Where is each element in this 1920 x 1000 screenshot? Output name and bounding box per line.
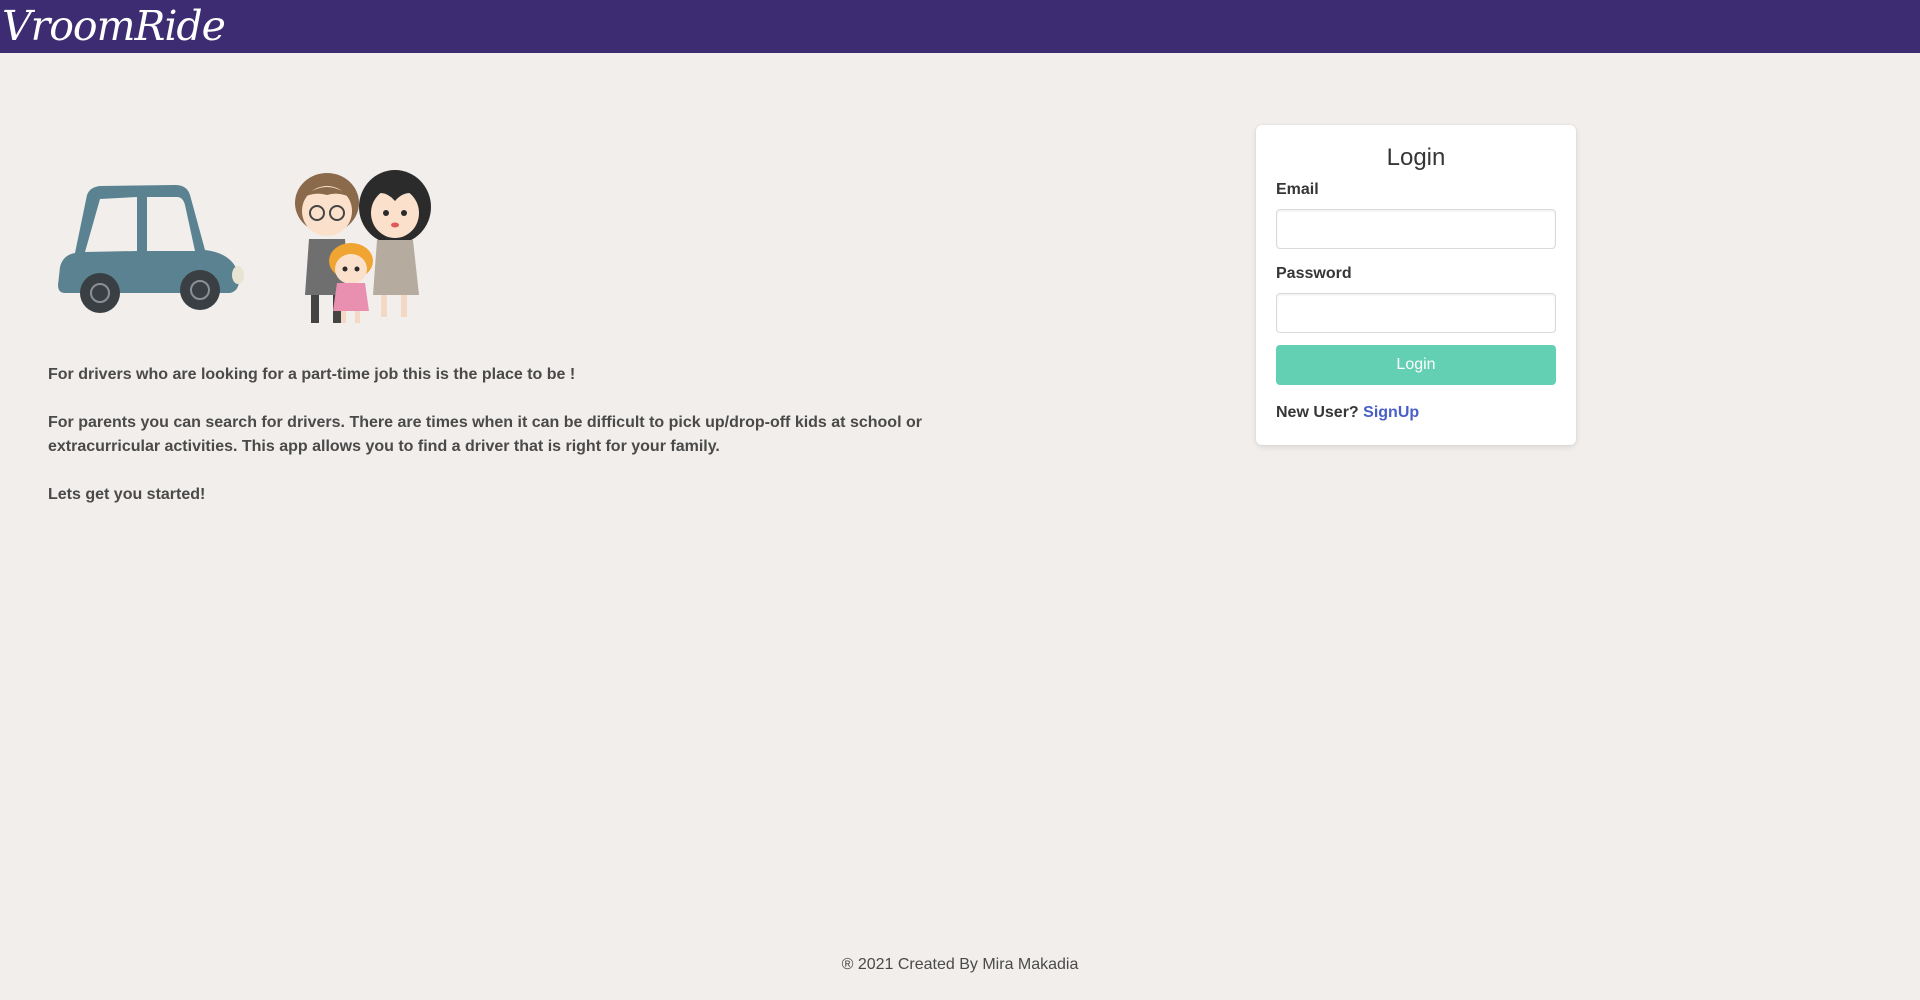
login-card: Login Email Password Login New User? Sig…: [1256, 125, 1576, 445]
car-illustration: [58, 185, 244, 313]
email-label: Email: [1276, 181, 1319, 198]
footer: ® 2021 Created By Mira Makadia: [0, 953, 1920, 977]
signup-row: New User? SignUp: [1276, 403, 1419, 423]
new-user-text: New User?: [1276, 404, 1359, 421]
brand-logo[interactable]: VroomRide: [2, 2, 226, 50]
intro-paragraph-drivers: For drivers who are looking for a part-t…: [48, 366, 576, 383]
password-label: Password: [1276, 265, 1352, 282]
intro-paragraph-parents: For parents you can search for drivers. …: [48, 414, 922, 455]
password-field[interactable]: [1276, 293, 1556, 333]
family-illustration: [295, 170, 431, 323]
intro-text: For drivers who are looking for a part-t…: [48, 363, 968, 531]
footer-text: ® 2021 Created By Mira Makadia: [841, 956, 1079, 973]
top-navbar: VroomRide: [0, 0, 1920, 53]
email-field[interactable]: [1276, 209, 1556, 249]
signup-link[interactable]: SignUp: [1363, 404, 1419, 421]
login-button[interactable]: Login: [1276, 345, 1556, 385]
hero-images: [55, 165, 455, 335]
login-title: Login: [1386, 144, 1446, 171]
intro-paragraph-cta: Lets get you started!: [48, 486, 206, 503]
